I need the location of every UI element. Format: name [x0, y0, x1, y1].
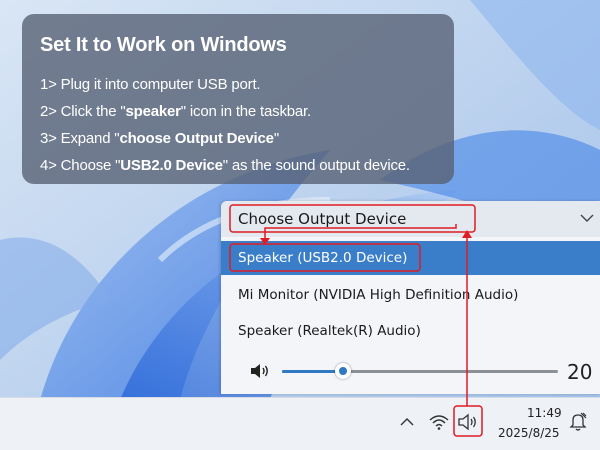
instruction-step-4: 4> Choose "USB2.0 Device" as the sound o…: [40, 157, 410, 174]
clock-time[interactable]: 11:49: [527, 406, 562, 420]
volume-value: 20: [567, 360, 593, 384]
instruction-step-3: 3> Expand "choose Output Device": [40, 130, 279, 147]
output-device-flyout: Choose Output Device Speaker (USB2.0 Dev…: [221, 201, 600, 394]
clock-date[interactable]: 2025/8/25: [498, 426, 560, 440]
chevron-up-icon[interactable]: [400, 417, 414, 427]
instructions-card: Set It to Work on Windows 1> Plug it int…: [22, 14, 454, 184]
wifi-icon[interactable]: [429, 414, 449, 430]
instructions-title: Set It to Work on Windows: [40, 34, 287, 56]
notification-bell-icon[interactable]: [569, 412, 587, 432]
speaker-icon[interactable]: [457, 413, 479, 431]
instruction-step-1: 1> Plug it into computer USB port.: [40, 76, 261, 93]
device-label: Mi Monitor (NVIDIA High Definition Audio…: [238, 287, 519, 303]
volume-row: 20: [221, 353, 600, 389]
chevron-down-icon[interactable]: [580, 213, 594, 223]
device-label: Speaker (USB2.0 Device): [238, 250, 408, 266]
device-item-mi-monitor[interactable]: Mi Monitor (NVIDIA High Definition Audio…: [221, 278, 600, 312]
choose-output-device-header[interactable]: Choose Output Device: [221, 201, 600, 237]
volume-slider[interactable]: [282, 363, 558, 379]
taskbar: 11:49 2025/8/25: [0, 397, 600, 450]
device-item-usb-speaker[interactable]: Speaker (USB2.0 Device): [221, 241, 600, 275]
volume-slider-fill: [282, 370, 343, 373]
instruction-step-2: 2> Click the "speaker" icon in the taskb…: [40, 103, 311, 120]
device-label: Speaker (Realtek(R) Audio): [238, 323, 421, 339]
device-item-realtek-speaker[interactable]: Speaker (Realtek(R) Audio): [221, 314, 600, 348]
volume-slider-thumb[interactable]: [334, 363, 351, 379]
speaker-volume-icon[interactable]: [249, 362, 271, 380]
flyout-title: Choose Output Device: [238, 210, 407, 228]
